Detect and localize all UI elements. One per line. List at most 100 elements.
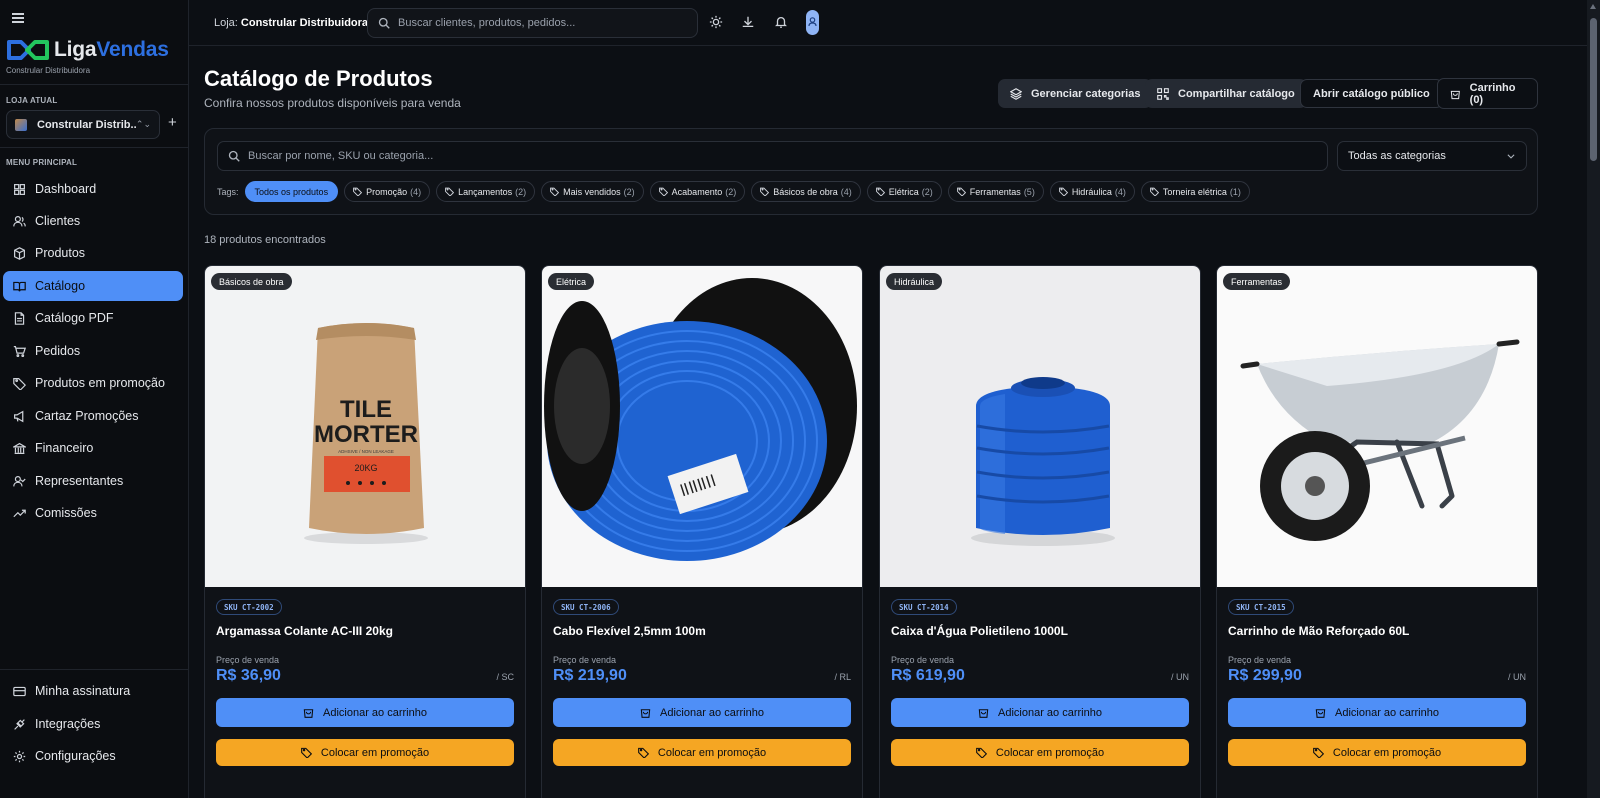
shopping-bag-icon	[978, 709, 989, 718]
sidebar-item-pedidos[interactable]: Pedidos	[3, 336, 183, 366]
product-unit: / UN	[1508, 672, 1526, 682]
add-to-cart-button[interactable]: Adicionar ao carrinho	[553, 698, 851, 727]
put-on-promotion-button[interactable]: Colocar em promoção	[216, 739, 514, 766]
sidebar-item-label: Produtos	[35, 246, 86, 260]
add-to-cart-button[interactable]: Adicionar ao carrinho	[891, 698, 1189, 727]
tag-chip[interactable]: Todos os produtos	[244, 181, 339, 202]
tag-chip[interactable]: Ferramentas (5)	[947, 181, 1044, 202]
tag-chip[interactable]: Mais vendidos (2)	[541, 181, 644, 202]
sidebar-item-catalogo-pdf[interactable]: Catálogo PDF	[3, 303, 183, 333]
user-check-icon	[12, 474, 26, 488]
sidebar-item-label: Cartaz Promoções	[35, 409, 139, 423]
share-catalog-button[interactable]: Compartilhar catálogo	[1145, 79, 1307, 108]
tag-label: Promoção	[366, 186, 408, 197]
tag-count: (2)	[725, 186, 737, 197]
product-name: Argamassa Colante AC-III 20kg	[216, 624, 393, 638]
tag-count: (2)	[515, 186, 527, 197]
brand-subtitle: Constrular Distribuidora	[6, 66, 91, 75]
sidebar-item-configuracoes[interactable]: Configurações	[3, 741, 183, 771]
plug-icon	[12, 717, 26, 731]
product-card[interactable]: Hidráulica SKU CT-2014 Caixa d'Água Poli…	[879, 265, 1201, 798]
cart-button[interactable]: Carrinho (0)	[1437, 78, 1538, 109]
tag-count: (2)	[921, 186, 933, 197]
sidebar-item-minha-assinatura[interactable]: Minha assinatura	[3, 676, 183, 706]
global-search-input[interactable]: Buscar clientes, produtos, pedidos...	[367, 8, 698, 38]
price-label: Preço de venda	[891, 655, 955, 665]
menu-toggle-icon[interactable]	[12, 13, 24, 23]
sidebar-item-comissoes[interactable]: Comissões	[3, 498, 183, 528]
search-placeholder: Buscar clientes, produtos, pedidos...	[398, 17, 576, 29]
sidebar-item-produtos-promocao[interactable]: Produtos em promoção	[3, 368, 183, 398]
add-to-cart-button[interactable]: Adicionar ao carrinho	[216, 698, 514, 727]
sidebar-item-label: Configurações	[35, 749, 116, 763]
theme-toggle-icon[interactable]	[709, 15, 723, 29]
scrollbar-thumb[interactable]	[1590, 18, 1597, 161]
page-scrollbar[interactable]	[1587, 0, 1600, 798]
brand-logo[interactable]: LigaVendas	[6, 38, 169, 62]
put-on-promotion-button[interactable]: Colocar em promoção	[1228, 739, 1526, 766]
product-unit: / SC	[496, 672, 514, 682]
sidebar-item-representantes[interactable]: Representantes	[3, 466, 183, 496]
add-store-icon[interactable]: +	[168, 115, 177, 130]
manage-categories-button[interactable]: Gerenciar categorias	[998, 79, 1153, 108]
sidebar-item-label: Representantes	[35, 474, 124, 488]
search-icon	[228, 150, 240, 162]
sidebar-item-label: Clientes	[35, 214, 81, 228]
sidebar-item-label: Catálogo PDF	[35, 311, 114, 325]
tag-label: Ferramentas	[969, 186, 1021, 197]
product-card[interactable]: Elétrica SKU CT-2006 Cabo Flexível 2,5mm…	[541, 265, 863, 798]
button-label: Colocar em promoção	[1332, 746, 1442, 759]
sidebar-item-integracoes[interactable]: Integrações	[3, 709, 183, 739]
filter-panel: Buscar por nome, SKU ou categoria... Tod…	[204, 128, 1538, 215]
tag-chip[interactable]: Torneira elétrica (1)	[1140, 181, 1250, 202]
logo-mark-icon	[7, 40, 49, 60]
tag-chip[interactable]: Lançamentos (2)	[436, 181, 536, 202]
tag-chip[interactable]: Elétrica (2)	[866, 181, 942, 202]
tag-label: Hidráulica	[1071, 186, 1112, 197]
product-image: Básicos de obra TILE MORTER ADHSIVE / NO…	[205, 266, 525, 587]
sidebar-item-financeiro[interactable]: Financeiro	[3, 433, 183, 463]
megaphone-icon	[12, 409, 26, 423]
product-card[interactable]: Ferramentas SKU CT-2015 Carrinho de Mão …	[1216, 265, 1538, 798]
product-card[interactable]: Básicos de obra TILE MORTER ADHSIVE / NO…	[204, 265, 526, 798]
tag-icon	[353, 187, 363, 196]
bell-icon[interactable]	[774, 15, 788, 29]
bank-icon	[12, 441, 26, 455]
sidebar-item-clientes[interactable]: Clientes	[3, 206, 183, 236]
wheelbarrow-icon	[1240, 339, 1520, 541]
open-public-catalog-button[interactable]: Abrir catálogo público	[1300, 79, 1443, 108]
put-on-promotion-button[interactable]: Colocar em promoção	[891, 739, 1189, 766]
tag-icon	[1149, 187, 1159, 196]
tag-chip[interactable]: Acabamento (2)	[649, 181, 746, 202]
sidebar-item-label: Produtos em promoção	[35, 376, 165, 390]
button-label: Gerenciar categorias	[1031, 87, 1141, 100]
sidebar-item-cartaz-promocoes[interactable]: Cartaz Promoções	[3, 401, 183, 431]
sidebar-item-dashboard[interactable]: Dashboard	[3, 174, 183, 204]
product-name: Carrinho de Mão Reforçado 60L	[1228, 624, 1410, 638]
add-to-cart-button[interactable]: Adicionar ao carrinho	[1228, 698, 1526, 727]
sidebar-item-label: Catálogo	[35, 279, 86, 293]
product-unit: / RL	[834, 672, 851, 682]
user-avatar[interactable]	[806, 10, 819, 35]
sidebar-item-catalogo[interactable]: Catálogo	[3, 271, 183, 301]
tag-icon	[658, 187, 668, 196]
product-search-input[interactable]: Buscar por nome, SKU ou categoria...	[217, 141, 1328, 171]
download-icon[interactable]	[741, 15, 755, 29]
product-price: R$ 619,90	[891, 667, 965, 684]
store-selector[interactable]: Constrular Distrib... ⌃⌄	[6, 110, 160, 139]
put-on-promotion-button[interactable]: Colocar em promoção	[553, 739, 851, 766]
qr-code-icon	[1157, 87, 1169, 100]
tag-chip[interactable]: Hidráulica (4)	[1049, 181, 1135, 202]
tag-chip[interactable]: Promoção (4)	[344, 181, 431, 202]
button-label: Compartilhar catálogo	[1178, 87, 1295, 100]
tag-chip[interactable]: Básicos de obra (4)	[751, 181, 861, 202]
tag-icon	[956, 187, 966, 196]
shopping-bag-icon	[640, 709, 651, 718]
cable-reel-icon	[544, 278, 857, 561]
sidebar-item-produtos[interactable]: Produtos	[3, 238, 183, 268]
svg-text:ADHSIVE / NON LEAKAGE: ADHSIVE / NON LEAKAGE	[338, 449, 394, 454]
product-unit: / UN	[1171, 672, 1189, 682]
scroll-up-arrow-icon[interactable]	[1590, 4, 1596, 9]
category-select[interactable]: Todas as categorias	[1337, 141, 1527, 171]
button-label: Carrinho (0)	[1469, 81, 1516, 106]
